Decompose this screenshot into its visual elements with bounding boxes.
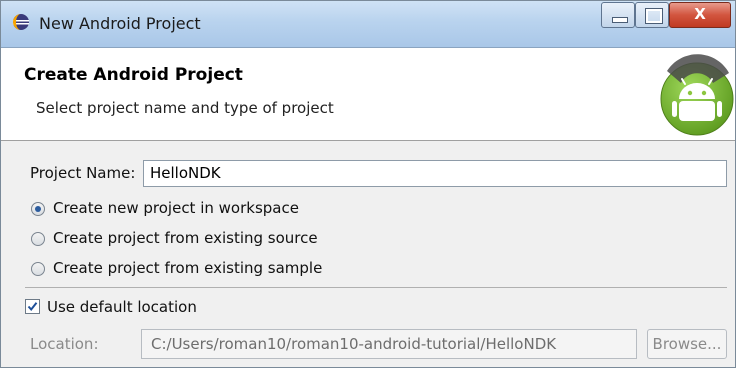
project-name-label: Project Name: <box>30 164 136 182</box>
radio-label: Create project from existing source <box>53 229 318 247</box>
location-label: Location: <box>30 335 99 353</box>
wizard-header: Create Android Project Select project na… <box>1 48 735 141</box>
project-name-input[interactable]: HelloNDK <box>143 160 727 187</box>
radio-label: Create project from existing sample <box>53 259 323 277</box>
location-input[interactable]: C:/Users/roman10/roman10-android-tutoria… <box>141 329 637 359</box>
radio-label: Create new project in workspace <box>53 199 299 217</box>
radio-button[interactable] <box>31 202 45 216</box>
close-button[interactable]: X <box>669 2 731 28</box>
minimize-icon <box>612 17 628 23</box>
use-default-location-checkbox[interactable] <box>25 299 40 314</box>
minimize-button[interactable] <box>601 2 635 28</box>
page-subtitle: Select project name and type of project <box>36 99 334 117</box>
location-value: C:/Users/roman10/roman10-android-tutoria… <box>151 335 557 353</box>
window-title: New Android Project <box>39 14 201 33</box>
browse-button[interactable]: Browse... <box>647 329 727 359</box>
checkmark-icon <box>27 302 38 312</box>
section-divider <box>25 287 727 288</box>
radio-button[interactable] <box>31 232 45 246</box>
browse-label: Browse... <box>652 335 722 353</box>
maximize-icon <box>645 8 663 24</box>
page-title: Create Android Project <box>24 65 243 85</box>
radio-button[interactable] <box>31 262 45 276</box>
use-default-location-label: Use default location <box>47 298 197 316</box>
close-icon: X <box>694 5 706 23</box>
project-name-value: HelloNDK <box>150 164 221 182</box>
eclipse-icon <box>13 14 29 30</box>
new-android-project-dialog: New Android Project X Create Android Pro… <box>0 0 736 368</box>
title-bar[interactable]: New Android Project X <box>1 1 735 48</box>
android-logo-icon <box>660 54 734 136</box>
maximize-button[interactable] <box>635 2 669 28</box>
